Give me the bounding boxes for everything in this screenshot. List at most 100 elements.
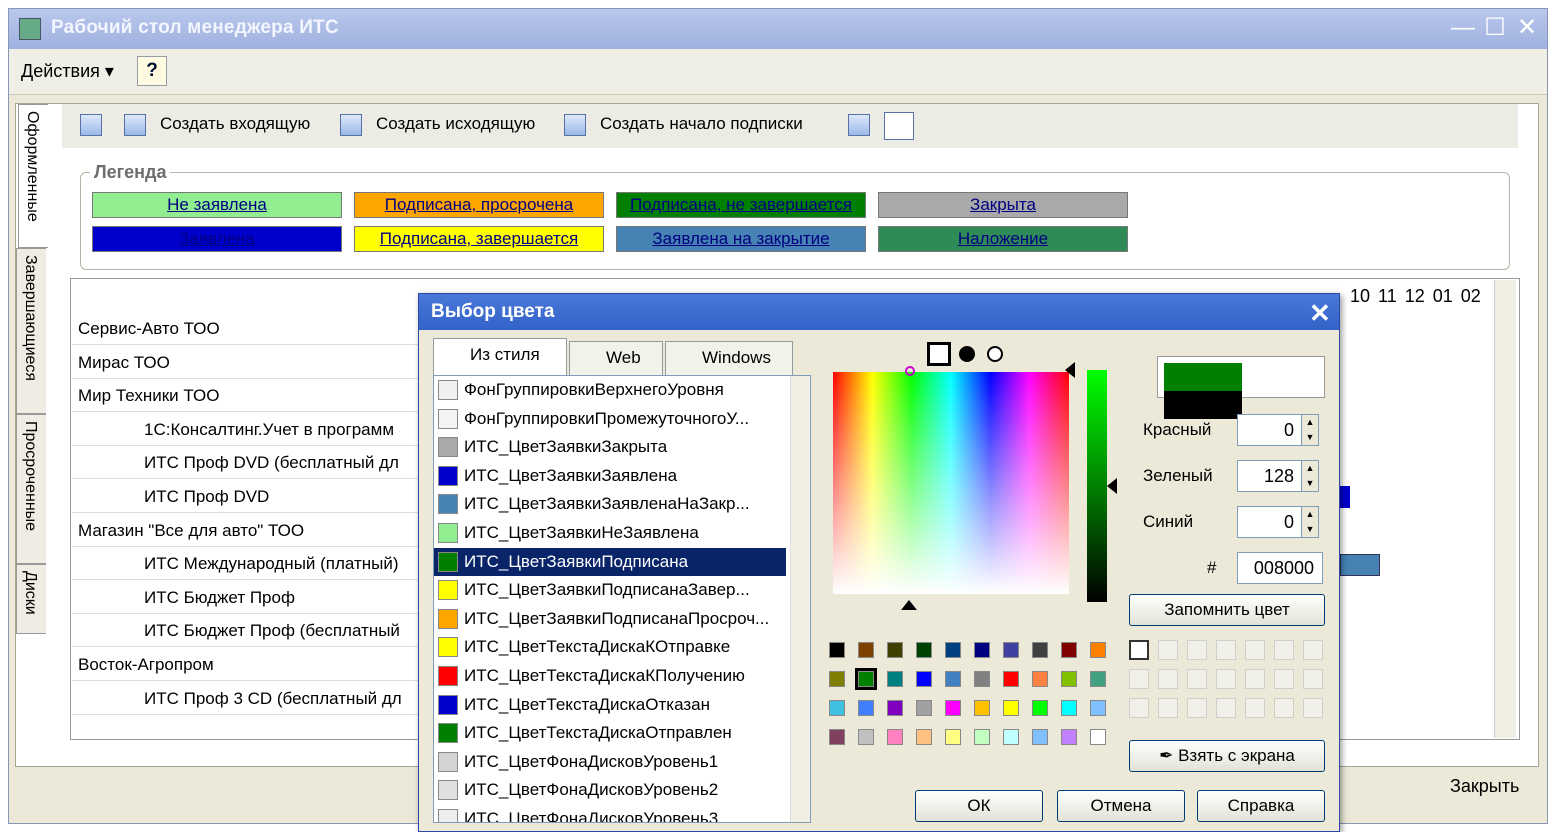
custom-color-slot[interactable] <box>1303 640 1323 660</box>
palette-swatch[interactable] <box>855 668 877 690</box>
list-item[interactable]: ИТС_ЦветФонаДисковУровень2 <box>434 776 786 804</box>
palette-swatch[interactable] <box>974 700 990 716</box>
custom-color-slot[interactable] <box>1274 669 1294 689</box>
palette-swatch[interactable] <box>945 671 961 687</box>
palette-swatch[interactable] <box>1003 700 1019 716</box>
custom-color-slot[interactable] <box>1187 669 1207 689</box>
palette-swatch[interactable] <box>1003 671 1019 687</box>
palette-swatch[interactable] <box>974 642 990 658</box>
pick-from-screen-button[interactable]: ✒ Взять с экрана <box>1129 740 1325 772</box>
create-subscription-start-button[interactable]: Создать начало подписки <box>600 114 803 134</box>
custom-color-slot[interactable] <box>1245 698 1265 718</box>
list-item[interactable]: ИТС_ЦветФонаДисковУровень3 <box>434 805 786 822</box>
palette-swatch[interactable] <box>858 700 874 716</box>
custom-color-slot[interactable] <box>1129 640 1149 660</box>
legend-item[interactable]: Подписана, просрочена <box>354 192 604 218</box>
list-item[interactable]: ИТС_ЦветЗаявкиЗаявлена <box>434 462 786 490</box>
tab-diski[interactable]: Диски <box>16 564 46 634</box>
custom-color-slot[interactable] <box>1129 698 1149 718</box>
palette-swatch[interactable] <box>858 642 874 658</box>
green-input[interactable]: 128 <box>1237 460 1303 492</box>
palette-swatch[interactable] <box>1032 642 1048 658</box>
legend-item[interactable]: Заявлена <box>92 226 342 252</box>
help-button[interactable]: ? <box>137 56 167 86</box>
table-row[interactable]: ИТС Проф DVD (бесплатный дл <box>72 446 418 480</box>
actions-menu[interactable]: Действия ▾ <box>21 61 114 82</box>
create-outgoing-button[interactable]: Создать исходящую <box>376 114 535 134</box>
list-item[interactable]: ИТС_ЦветТекстаДискаКПолучению <box>434 662 786 690</box>
palette-swatch[interactable] <box>1090 729 1106 745</box>
palette-swatch[interactable] <box>1090 700 1106 716</box>
palette-swatch[interactable] <box>945 642 961 658</box>
filled-circle-icon[interactable] <box>959 346 975 362</box>
custom-color-slot[interactable] <box>1274 698 1294 718</box>
palette-swatch[interactable] <box>916 729 932 745</box>
palette-swatch[interactable] <box>916 671 932 687</box>
custom-color-slot[interactable] <box>1158 698 1178 718</box>
list-item[interactable]: ИТС_ЦветТекстаДискаКОтправке <box>434 633 786 661</box>
table-row[interactable]: Сервис-Авто ТОО <box>72 312 418 345</box>
list-item[interactable]: ИТС_ЦветЗаявкиЗаявленаНаЗакр... <box>434 490 786 518</box>
palette-swatch[interactable] <box>945 729 961 745</box>
palette-swatch[interactable] <box>945 700 961 716</box>
palette-swatch[interactable] <box>829 729 845 745</box>
legend-item[interactable]: Не заявлена <box>92 192 342 218</box>
custom-color-slot[interactable] <box>1187 698 1207 718</box>
list-item[interactable]: ИТС_ЦветЗаявкиПодписанаПросроч... <box>434 605 786 633</box>
list-item[interactable]: ИТС_ЦветФонаДисковУровень1 <box>434 748 786 776</box>
luminance-arrow[interactable] <box>1065 362 1075 378</box>
table-row[interactable]: ИТС Проф DVD <box>72 480 418 513</box>
blue-spinner[interactable]: ▲ ▼ <box>1301 506 1319 538</box>
custom-color-slot[interactable] <box>1216 698 1236 718</box>
tab-windows[interactable]: Windows <box>665 341 793 375</box>
palette-swatch[interactable] <box>1061 729 1077 745</box>
custom-color-slot[interactable] <box>1216 640 1236 660</box>
palette-swatch[interactable] <box>1061 642 1077 658</box>
table-row[interactable]: 1С:Консалтинг.Учет в программ <box>72 413 418 446</box>
remember-color-button[interactable]: Запомнить цвет <box>1129 594 1325 626</box>
palette-swatch[interactable] <box>974 671 990 687</box>
custom-color-slot[interactable] <box>1303 698 1323 718</box>
legend-item[interactable]: Подписана, завершается <box>354 226 604 252</box>
palette-swatch[interactable] <box>829 671 845 687</box>
spectrum-slider-arrow[interactable] <box>901 600 917 610</box>
palette-swatch[interactable] <box>829 700 845 716</box>
palette-swatch[interactable] <box>1090 671 1106 687</box>
settings-icon[interactable] <box>848 114 870 136</box>
table-row[interactable]: Мирас ТОО <box>72 346 418 379</box>
palette-swatch[interactable] <box>887 729 903 745</box>
custom-color-slot[interactable] <box>1245 669 1265 689</box>
legend-item[interactable]: Подписана, не завершается <box>616 192 866 218</box>
list-item[interactable]: ИТС_ЦветЗаявкиПодписана <box>434 547 786 576</box>
luminance-arrow[interactable] <box>1107 478 1117 494</box>
list-item[interactable]: ИТС_ЦветТекстаДискаОтправлен <box>434 719 786 747</box>
palette-swatch[interactable] <box>887 700 903 716</box>
palette-swatch[interactable] <box>1090 642 1106 658</box>
palette-swatch[interactable] <box>1003 729 1019 745</box>
palette-swatch[interactable] <box>916 642 932 658</box>
ok-button[interactable]: ОК <box>915 790 1043 822</box>
palette-swatch[interactable] <box>829 642 845 658</box>
luminance-bar[interactable] <box>1087 370 1107 602</box>
help-dialog-button[interactable]: Справка <box>1197 790 1325 822</box>
table-row[interactable]: Восток-Агропром <box>72 648 418 681</box>
close-button[interactable]: Закрыть <box>1450 776 1519 797</box>
palette-swatch[interactable] <box>1061 671 1077 687</box>
hex-input[interactable]: 008000 <box>1237 552 1323 584</box>
green-spinner[interactable]: ▲ ▼ <box>1301 460 1319 492</box>
palette-swatch[interactable] <box>974 729 990 745</box>
tab-zavershayushchiesya[interactable]: Завершающиеся <box>16 248 46 414</box>
close-icon[interactable]: ✕ <box>1309 298 1331 329</box>
table-row[interactable]: Мир Техники ТОО <box>72 379 418 413</box>
style-color-list[interactable]: ФонГруппировкиВерхнегоУровня ФонГруппиров… <box>433 375 811 823</box>
list-item[interactable]: ФонГруппировкиПромежуточногоУ... <box>434 405 786 433</box>
custom-color-slot[interactable] <box>1187 640 1207 660</box>
grid-scrollbar[interactable] <box>1494 280 1516 738</box>
list-item[interactable]: ИТС_ЦветЗаявкиЗакрыта <box>434 433 786 461</box>
palette-swatch[interactable] <box>1032 729 1048 745</box>
list-item[interactable]: ИТС_ЦветЗаявкиПодписанаЗавер... <box>434 576 786 604</box>
custom-color-slot[interactable] <box>1129 669 1149 689</box>
custom-color-slot[interactable] <box>1216 669 1236 689</box>
empty-circle-icon[interactable] <box>987 346 1003 362</box>
palette-swatch[interactable] <box>1061 700 1077 716</box>
